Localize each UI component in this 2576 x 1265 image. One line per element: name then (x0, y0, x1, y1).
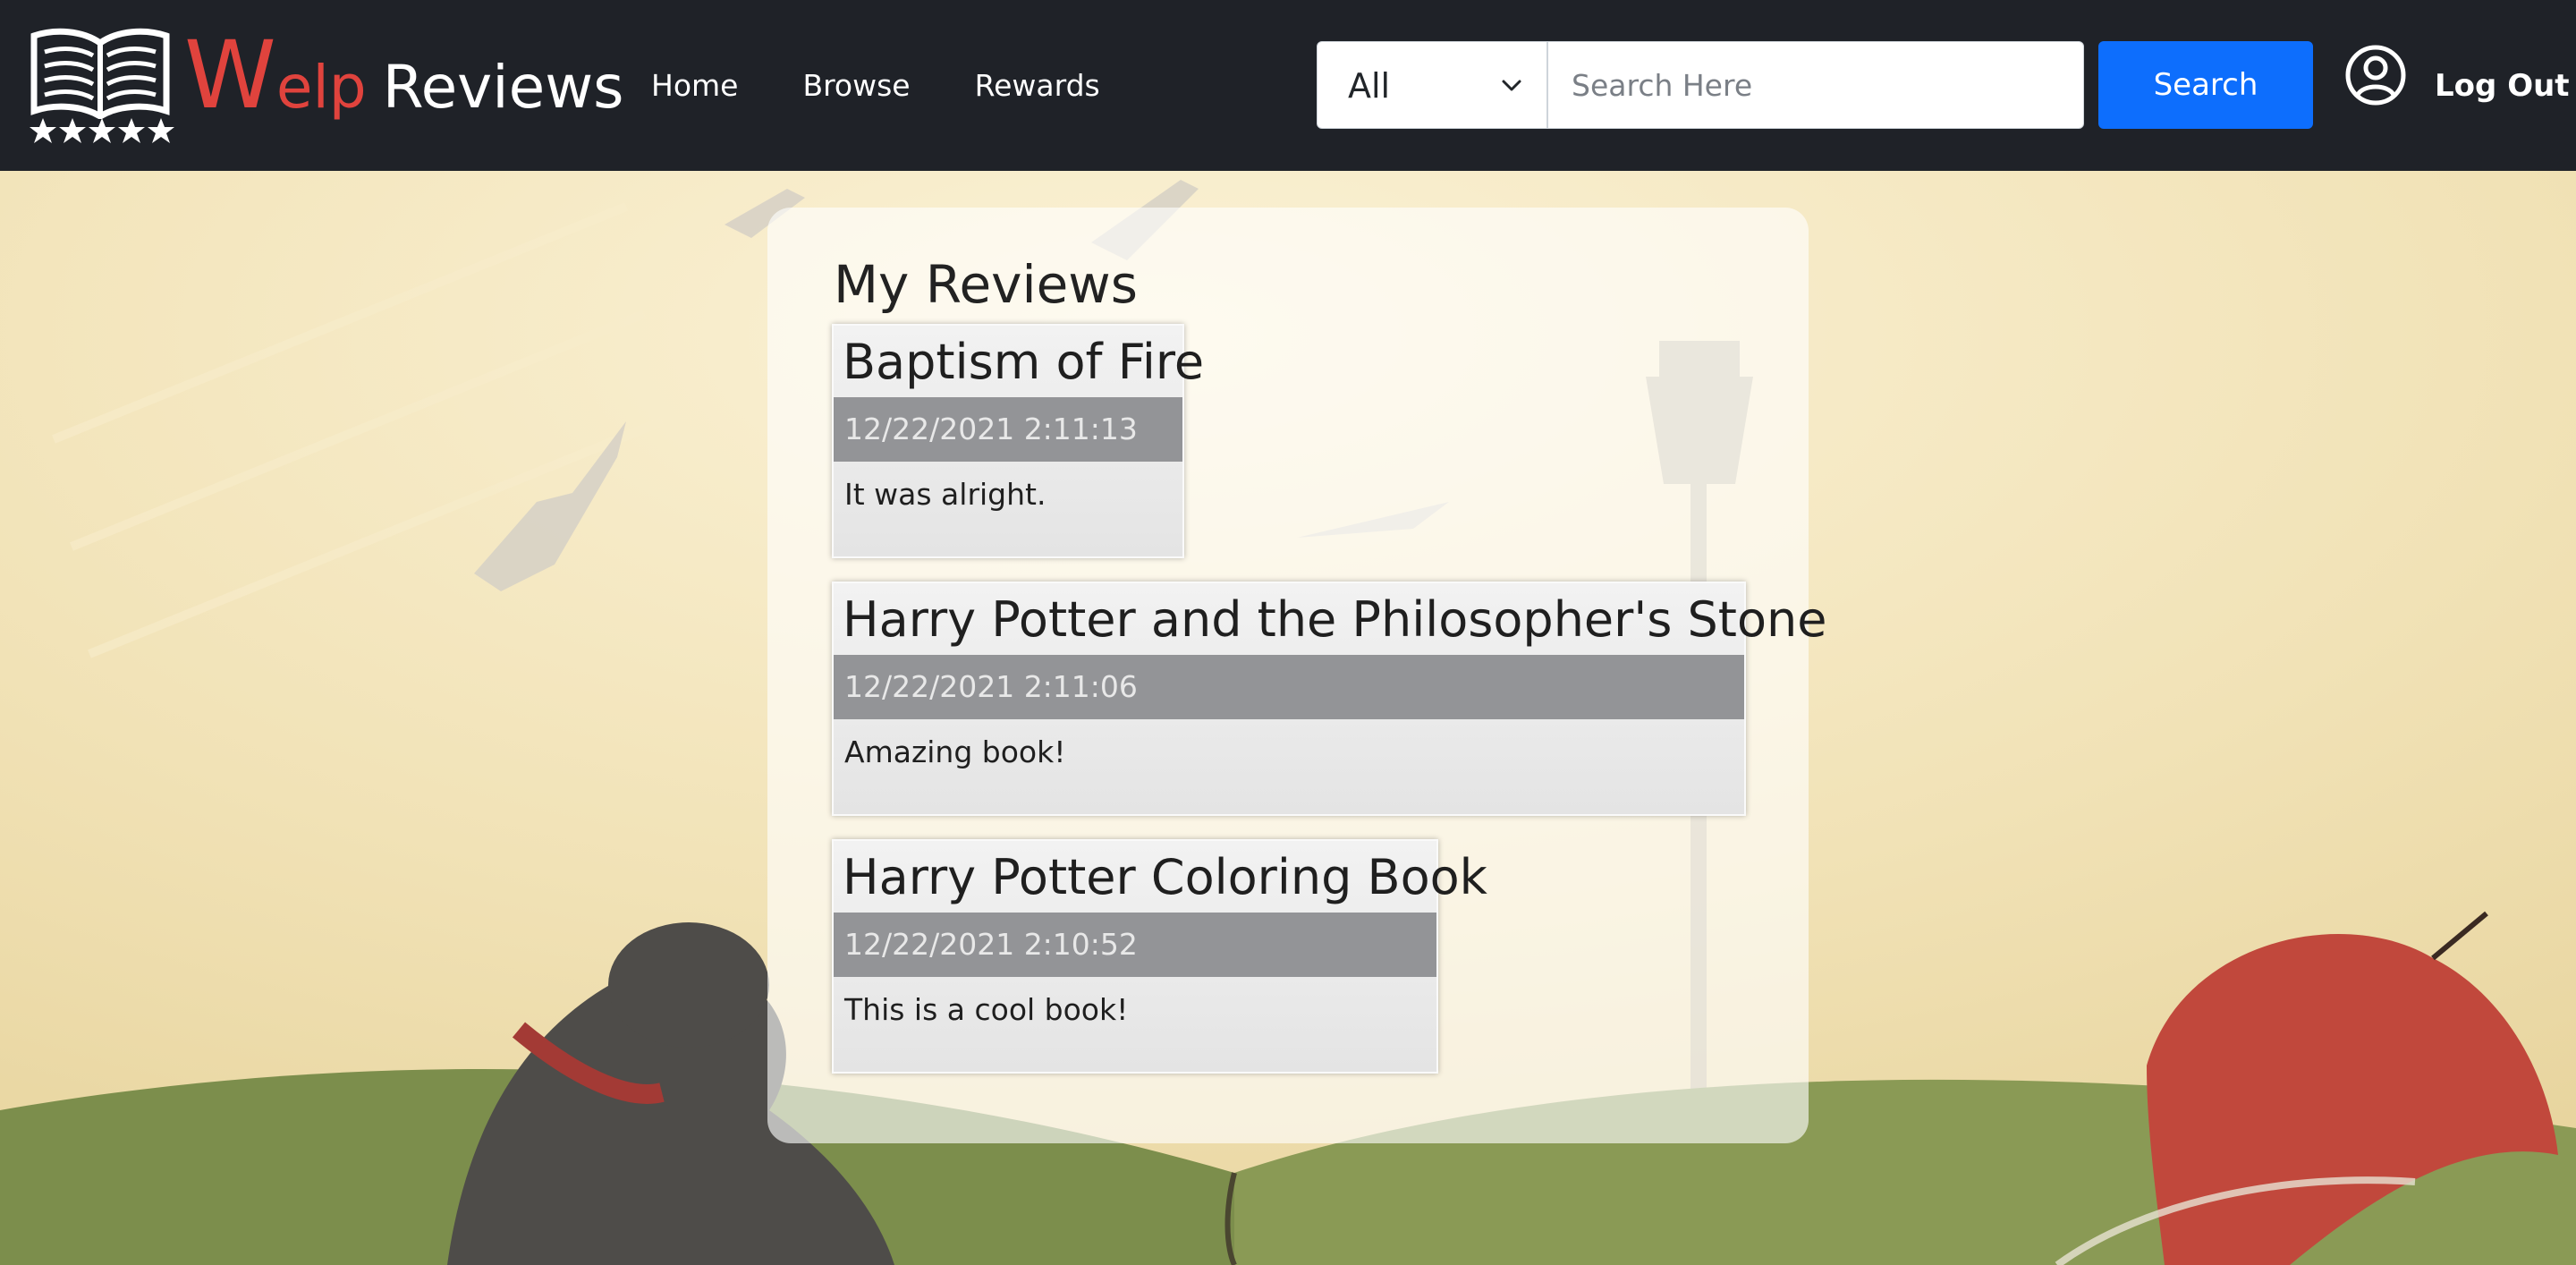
site-logo[interactable]: Welp Reviews (29, 25, 624, 150)
logo-wordmark: Welp Reviews (184, 29, 624, 133)
logo-letter-w: W (184, 21, 276, 130)
page-title: My Reviews (834, 254, 1138, 315)
review-text: It was alright. (844, 477, 1046, 512)
review-card[interactable]: Harry Potter and the Philosopher's Stone… (832, 582, 1826, 816)
review-timestamp: 12/22/2021 2:10:52 (834, 913, 1436, 977)
search-button[interactable]: Search (2098, 41, 2313, 129)
nav-links: Home Browse Rewards (651, 59, 1165, 113)
review-timestamp: 12/22/2021 2:11:06 (834, 655, 1744, 719)
nav-link-browse[interactable]: Browse (802, 59, 910, 113)
logout-link[interactable]: Log Out (2435, 59, 2570, 113)
review-timestamp: 12/22/2021 2:11:13 (834, 397, 1182, 462)
search-input[interactable]: Search Here (1547, 41, 2084, 129)
review-book-title: Baptism of Fire (843, 334, 1205, 390)
review-book-title: Harry Potter Coloring Book (843, 849, 1487, 905)
review-text: Amazing book! (844, 734, 1066, 769)
category-select[interactable]: All (1317, 41, 1547, 129)
review-card[interactable]: Harry Potter Coloring Book 12/22/2021 2:… (832, 839, 1487, 1074)
logo-word-reviews: Reviews (382, 53, 624, 122)
chevron-down-icon (1502, 80, 1521, 91)
open-book-icon (30, 28, 170, 119)
nav-link-rewards[interactable]: Rewards (975, 59, 1100, 113)
search-placeholder: Search Here (1572, 68, 1753, 103)
review-text: This is a cool book! (844, 992, 1129, 1027)
category-select-value: All (1348, 66, 1391, 106)
my-reviews-panel: My Reviews Baptism of Fire 12/22/2021 2:… (767, 208, 1826, 1143)
review-book-title: Harry Potter and the Philosopher's Stone (843, 591, 1827, 648)
logo-letters-elp: elp (275, 53, 367, 122)
review-card[interactable]: Baptism of Fire 12/22/2021 2:11:13 It wa… (832, 324, 1204, 558)
user-circle-icon[interactable] (2345, 45, 2406, 106)
navbar: Welp Reviews Home Browse Rewards All Sear… (0, 0, 2576, 171)
rating-stars-icon (30, 118, 174, 143)
nav-link-home[interactable]: Home (651, 59, 738, 113)
